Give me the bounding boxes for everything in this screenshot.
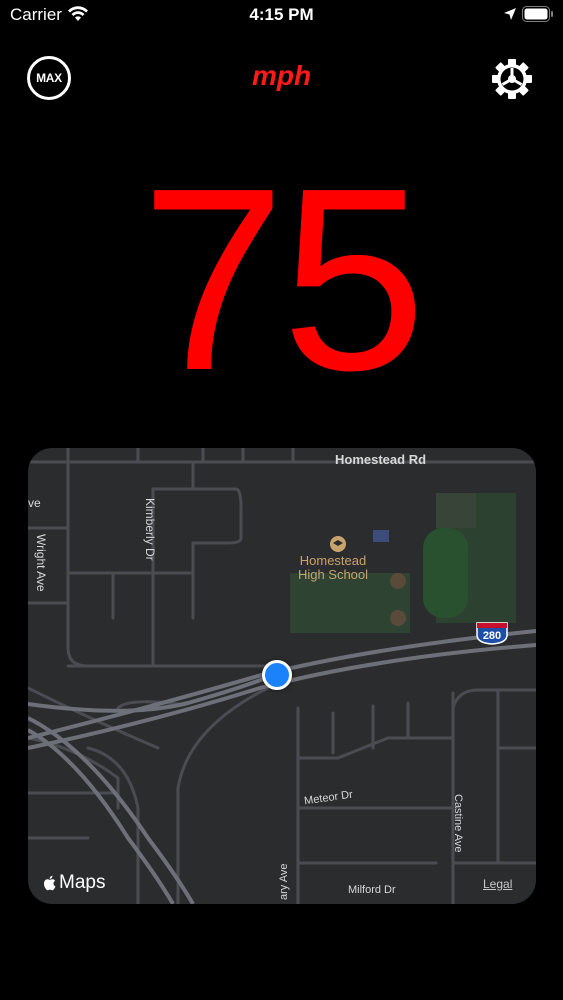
battery-icon xyxy=(522,6,553,22)
interstate-shield-icon: 280 xyxy=(476,622,508,645)
map-label-milford-dr: Milford Dr xyxy=(348,884,396,896)
clock: 4:15 PM xyxy=(249,5,314,24)
current-speed: 75 xyxy=(140,135,426,425)
map-label-wright-ave: Wright Ave xyxy=(34,534,48,592)
location-arrow-icon xyxy=(504,8,516,20)
maps-attribution-label: Maps xyxy=(59,872,106,893)
school-label-line2: High School xyxy=(297,567,369,582)
school-icon xyxy=(330,536,346,552)
legal-link[interactable]: Legal xyxy=(483,877,512,891)
apple-maps-attribution: Maps xyxy=(42,872,105,894)
map-view[interactable]: Homestead Rd ve Wright Ave Kimberly Dr H… xyxy=(28,448,536,904)
user-location-dot xyxy=(262,660,292,690)
gear-icon[interactable] xyxy=(490,57,534,101)
speed-unit-label: mph xyxy=(251,60,312,91)
map-label-homestead-rd: Homestead Rd xyxy=(335,452,427,467)
map-label-school: Homestead High School xyxy=(273,554,393,582)
map-label-kimberly-dr: Kimberly Dr xyxy=(143,498,157,561)
apple-logo-icon xyxy=(43,875,56,891)
school-label-line1: Homestead xyxy=(299,553,367,568)
status-bar: Carrier 4:15 PM xyxy=(0,0,563,30)
map-label-ary-ave: ary Ave xyxy=(278,863,290,901)
map-label-castine-ave: Castine Ave xyxy=(452,794,464,853)
map-label-ave-partial: ve xyxy=(28,496,41,510)
shield-number: 280 xyxy=(483,630,501,642)
